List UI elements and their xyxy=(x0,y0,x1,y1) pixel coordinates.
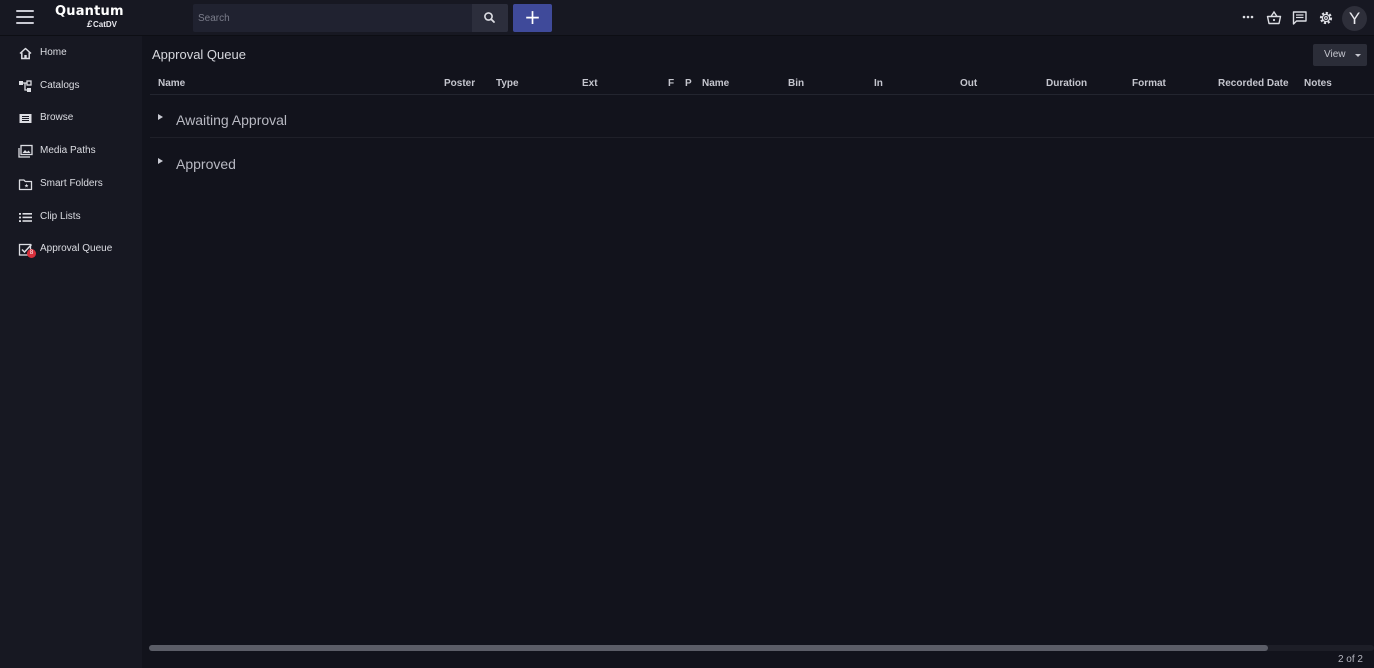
column-header-duration[interactable]: Duration xyxy=(1046,78,1087,89)
media-paths-icon xyxy=(18,144,33,158)
list-icon xyxy=(19,213,32,222)
column-header-format[interactable]: Format xyxy=(1132,78,1166,89)
column-header-notes[interactable]: Notes xyxy=(1304,78,1332,89)
sidebar-item-smart-folders[interactable]: Smart Folders xyxy=(0,169,142,199)
column-header-ext[interactable]: Ext xyxy=(582,78,598,89)
column-header-type[interactable]: Type xyxy=(496,78,519,89)
column-header-p[interactable]: P xyxy=(685,78,692,89)
sidebar-item-browse[interactable]: Browse xyxy=(0,103,142,133)
brand-name: Quantum xyxy=(55,4,124,19)
group-row-approved[interactable]: Approved xyxy=(150,138,1374,181)
column-header-clip-name[interactable]: Name xyxy=(702,78,729,89)
column-header-out[interactable]: Out xyxy=(960,78,977,89)
home-icon xyxy=(19,47,32,60)
main-content: Approval Queue View Name Poster Type Ext… xyxy=(142,36,1374,668)
gear-icon[interactable] xyxy=(1317,9,1335,27)
approval-count-badge: 8 xyxy=(27,249,36,258)
basket-icon[interactable] xyxy=(1265,9,1283,27)
sidebar-item-media-paths[interactable]: Media Paths xyxy=(0,136,142,166)
expand-arrow-icon[interactable] xyxy=(158,114,163,120)
expand-arrow-icon[interactable] xyxy=(158,158,163,164)
sidebar-item-label: Clip Lists xyxy=(40,211,81,222)
column-header-name[interactable]: Name xyxy=(158,78,185,89)
view-button-label: View xyxy=(1324,49,1346,60)
sidebar-item-label: Smart Folders xyxy=(40,178,103,189)
logo: Quantum £CatDV xyxy=(55,5,125,31)
top-bar: Quantum £CatDV + xyxy=(0,0,1374,36)
sidebar-item-catalogs[interactable]: Catalogs xyxy=(0,71,142,101)
comments-icon[interactable] xyxy=(1291,9,1309,27)
browse-icon xyxy=(19,114,32,123)
smart-folder-icon xyxy=(18,179,33,191)
search-bar xyxy=(193,4,508,32)
view-button[interactable]: View xyxy=(1313,44,1367,66)
search-input[interactable] xyxy=(193,4,472,32)
sidebar-item-label: Catalogs xyxy=(40,80,80,91)
search-icon xyxy=(484,12,495,23)
chevron-down-icon xyxy=(1355,54,1361,57)
column-header-recorded-date[interactable]: Recorded Date xyxy=(1218,78,1289,89)
sidebar-item-clip-lists[interactable]: Clip Lists xyxy=(0,202,142,232)
horizontal-scrollbar[interactable] xyxy=(149,645,1374,651)
column-header-poster[interactable]: Poster xyxy=(444,78,475,89)
scrollbar-thumb[interactable] xyxy=(149,645,1268,651)
group-label: Awaiting Approval xyxy=(176,112,288,128)
group-row-awaiting-approval[interactable]: Awaiting Approval xyxy=(150,94,1374,137)
sidebar-item-label: Approval Queue xyxy=(40,243,113,254)
sub-brand: £CatDV xyxy=(87,19,118,30)
more-icon[interactable] xyxy=(1239,9,1257,27)
add-button[interactable]: + xyxy=(513,4,552,32)
sidebar-item-label: Browse xyxy=(40,112,74,123)
column-header-in[interactable]: In xyxy=(874,78,883,89)
user-avatar[interactable]: Y xyxy=(1342,6,1367,31)
search-button[interactable] xyxy=(472,4,508,32)
sidebar-item-label: Home xyxy=(40,47,67,58)
page-indicator: 2 of 2 xyxy=(1337,654,1363,665)
menu-icon[interactable] xyxy=(16,10,34,26)
column-header-bin[interactable]: Bin xyxy=(788,78,804,89)
column-header-f[interactable]: F xyxy=(668,78,674,89)
sidebar: Home Catalogs Browse Media Paths Smart F… xyxy=(0,36,142,668)
group-label: Approved xyxy=(176,156,236,172)
catalogs-icon xyxy=(19,80,32,92)
sidebar-item-approval-queue[interactable]: 8 Approval Queue xyxy=(0,234,142,264)
sidebar-item-label: Media Paths xyxy=(40,145,96,156)
sidebar-item-home[interactable]: Home xyxy=(0,38,142,68)
page-title: Approval Queue xyxy=(152,47,246,62)
